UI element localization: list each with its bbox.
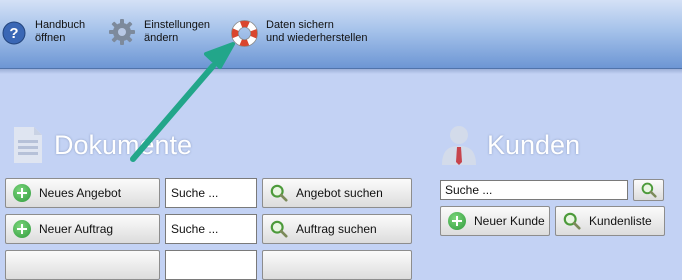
kunden-title: Kunden bbox=[487, 130, 581, 160]
gear-icon bbox=[109, 19, 135, 45]
einstellungen-label-line1: Einstellungen bbox=[144, 19, 211, 31]
auftrag-suchen-label: Auftrag suchen bbox=[296, 222, 377, 236]
lifebuoy-icon bbox=[231, 20, 258, 47]
daten-sichern-label-line1: Daten sichern bbox=[266, 19, 334, 31]
handbuch-label-line1: Handbuch bbox=[35, 19, 86, 31]
kundenliste-button[interactable]: Kundenliste bbox=[555, 206, 665, 236]
auftrag-suchen-button[interactable]: Auftrag suchen bbox=[262, 214, 412, 244]
neuer-kunde-button[interactable]: Neuer Kunde bbox=[440, 206, 550, 236]
neuer-kunde-label: Neuer Kunde bbox=[474, 214, 545, 228]
help-icon: ? bbox=[2, 21, 26, 45]
kunden-search-input[interactable]: Suche ... bbox=[440, 180, 628, 200]
neuer-auftrag-button[interactable]: Neuer Auftrag bbox=[5, 214, 160, 244]
magnifier-icon bbox=[563, 212, 581, 230]
daten-sichern-label-line2: und wiederherstellen bbox=[266, 32, 368, 44]
plus-icon bbox=[13, 220, 31, 238]
neuer-auftrag-label: Neuer Auftrag bbox=[39, 222, 114, 236]
neues-angebot-button[interactable]: Neues Angebot bbox=[5, 178, 160, 208]
plus-icon bbox=[13, 184, 31, 202]
magnifier-icon bbox=[641, 182, 657, 198]
magnifier-icon bbox=[270, 220, 288, 238]
angebot-search-input[interactable]: Suche ... bbox=[165, 178, 257, 208]
dokumente-title: Dokumente bbox=[54, 130, 193, 160]
toolbar: ? Handbuch öffnen Einstellungen ändern D… bbox=[0, 0, 682, 74]
magnifier-icon bbox=[270, 184, 288, 202]
kundenliste-label: Kundenliste bbox=[589, 214, 652, 228]
svg-text:?: ? bbox=[9, 25, 18, 42]
kunden-search-button[interactable] bbox=[633, 179, 664, 201]
person-icon bbox=[442, 126, 476, 165]
angebot-suchen-button[interactable]: Angebot suchen bbox=[262, 178, 412, 208]
plus-icon bbox=[448, 212, 466, 230]
handbuch-label-line2: öffnen bbox=[35, 32, 66, 44]
angebot-suchen-label: Angebot suchen bbox=[296, 186, 383, 200]
auftrag-search-input[interactable]: Suche ... bbox=[165, 214, 257, 244]
document-icon bbox=[14, 127, 42, 163]
neues-angebot-label: Neues Angebot bbox=[39, 186, 122, 200]
einstellungen-label-line2: ändern bbox=[144, 32, 179, 44]
